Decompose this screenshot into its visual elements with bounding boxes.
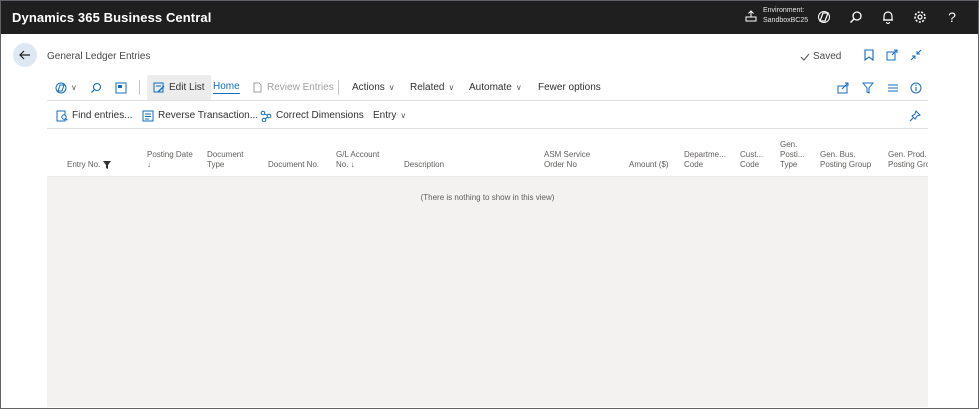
environment-name: SandboxBC25	[763, 17, 809, 24]
copilot-icon	[55, 82, 67, 93]
collapse-icon[interactable]	[909, 48, 923, 62]
find-entries-button[interactable]: Find entries...	[56, 103, 133, 128]
related-label: Related	[410, 82, 445, 93]
edit-list-icon	[153, 82, 165, 92]
saved-status: Saved	[800, 51, 841, 62]
column-entry-no[interactable]: Entry No.	[67, 160, 112, 170]
review-entries-label: Review Entries	[267, 82, 334, 93]
filter-icon	[862, 82, 874, 94]
gear-icon[interactable]	[912, 9, 928, 25]
column-gl-account-no[interactable]: G/L Account No. ↓	[336, 150, 379, 170]
search-button[interactable]	[90, 75, 102, 100]
sub-action-bar: Find entries... Reverse Transaction... C…	[47, 103, 928, 129]
app-title[interactable]: Dynamics 365 Business Central	[12, 10, 211, 25]
action-bar: ∨ Edit List Home Review Entries Actions …	[47, 75, 928, 101]
correct-dimensions-label: Correct Dimensions	[276, 110, 364, 121]
list-view-button[interactable]	[887, 75, 899, 100]
tab-home[interactable]: Home	[213, 75, 240, 100]
column-posting-date[interactable]: Posting Date ↓	[147, 150, 193, 170]
automate-label: Automate	[469, 82, 512, 93]
copilot-icon[interactable]	[816, 9, 832, 25]
environment-indicator[interactable]: Environment: SandboxBC25	[745, 6, 808, 26]
column-customer-code[interactable]: Cust... Code	[740, 150, 763, 170]
document-icon	[253, 82, 262, 93]
column-gen-posting-type[interactable]: Gen. Posti... Type	[780, 140, 804, 170]
edit-list-label: Edit List	[169, 82, 205, 93]
table-view-icon	[115, 82, 127, 93]
check-icon	[800, 53, 810, 61]
grid-header: Entry No. Posting Date ↓ Document Type D…	[47, 131, 928, 177]
actions-menu[interactable]: Actions ∨	[352, 75, 395, 100]
chevron-down-icon: ∨	[71, 83, 77, 92]
column-document-type[interactable]: Document Type	[207, 150, 243, 170]
search-icon	[91, 82, 102, 93]
top-bar: Dynamics 365 Business Central Environmen…	[0, 0, 979, 34]
bell-icon[interactable]	[880, 9, 896, 25]
pin-icon	[909, 109, 921, 121]
open-new-window-icon[interactable]	[885, 48, 899, 62]
correct-dimensions-button[interactable]: Correct Dimensions	[260, 103, 364, 128]
column-gen-prod-posting-group[interactable]: Gen. Prod. Posting Grc	[888, 150, 928, 170]
column-description[interactable]: Description	[404, 160, 444, 170]
copilot-menu-button[interactable]: ∨	[55, 75, 77, 100]
column-amount[interactable]: Amount ($)	[629, 160, 669, 170]
column-gen-bus-posting-group[interactable]: Gen. Bus. Posting Group	[820, 150, 871, 170]
find-entries-icon	[56, 110, 68, 121]
review-entries-button[interactable]: Review Entries	[252, 75, 334, 100]
info-button[interactable]	[910, 75, 922, 100]
info-icon	[910, 82, 922, 93]
search-icon[interactable]	[848, 9, 864, 25]
automate-menu[interactable]: Automate ∨	[469, 75, 522, 100]
edit-list-button[interactable]: Edit List	[147, 75, 211, 100]
column-document-no[interactable]: Document No.	[268, 160, 319, 170]
fewer-options-button[interactable]: Fewer options	[538, 75, 601, 100]
column-asm-service-order-no[interactable]: ASM Service Order No	[544, 150, 590, 170]
pin-button[interactable]	[909, 103, 921, 128]
filter-pane-button[interactable]	[115, 75, 127, 100]
environment-icon	[745, 10, 757, 22]
reverse-transaction-icon	[142, 110, 154, 121]
help-icon[interactable]: ?	[944, 9, 960, 25]
grid-body: (There is nothing to show in this view)	[47, 177, 928, 407]
list-icon	[888, 84, 898, 91]
saved-label: Saved	[813, 51, 842, 62]
reverse-transaction-button[interactable]: Reverse Transaction...	[142, 103, 258, 128]
share-button[interactable]	[837, 75, 849, 100]
column-department-code[interactable]: Departme... Code	[684, 150, 726, 170]
back-button[interactable]	[13, 43, 37, 67]
filter-button[interactable]	[862, 75, 874, 100]
chevron-down-icon: ∨	[448, 83, 455, 92]
bookmark-icon[interactable]	[862, 48, 876, 62]
environment-label: Environment:	[763, 7, 805, 14]
dimensions-icon	[260, 110, 272, 122]
page-title: General Ledger Entries	[47, 51, 151, 62]
reverse-transaction-label: Reverse Transaction...	[158, 110, 259, 121]
related-menu[interactable]: Related ∨	[410, 75, 454, 100]
empty-message: (There is nothing to show in this view)	[420, 193, 555, 202]
entry-label: Entry	[373, 110, 397, 121]
chevron-down-icon: ∨	[400, 111, 407, 120]
share-icon	[837, 82, 849, 93]
actions-label: Actions	[352, 82, 385, 93]
home-label: Home	[213, 81, 240, 94]
entry-menu[interactable]: Entry ∨	[373, 103, 406, 128]
find-entries-label: Find entries...	[72, 110, 133, 121]
chevron-down-icon: ∨	[388, 83, 395, 92]
chevron-down-icon: ∨	[515, 83, 522, 92]
filter-icon	[103, 161, 112, 169]
fewer-options-label: Fewer options	[538, 82, 601, 93]
arrow-left-icon	[19, 50, 30, 60]
